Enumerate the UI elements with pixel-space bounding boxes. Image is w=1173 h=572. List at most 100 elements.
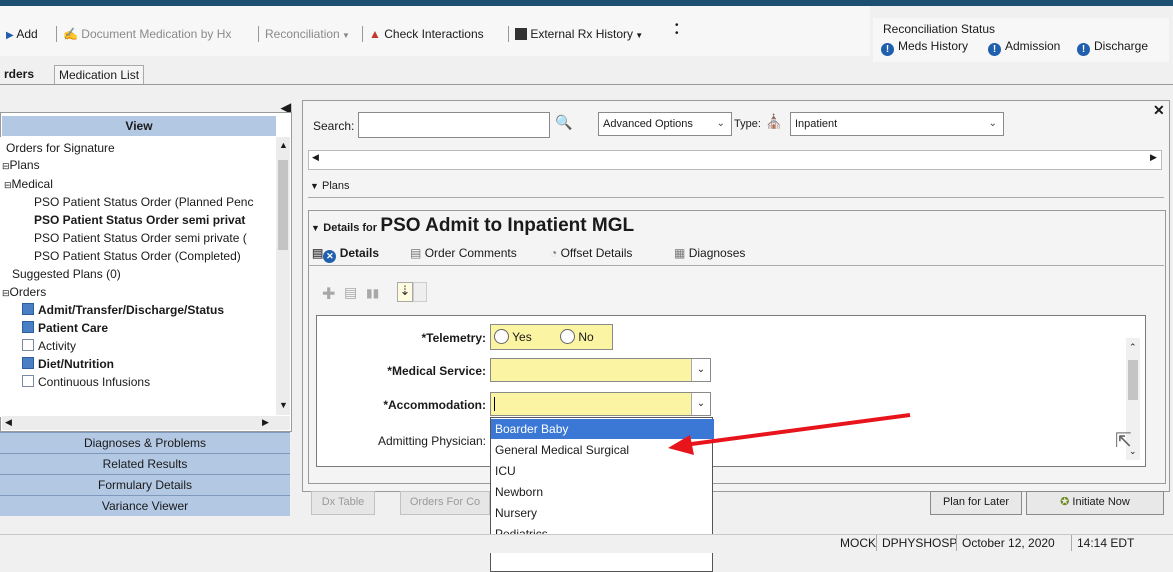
checkbox[interactable] xyxy=(22,339,34,351)
scroll-up-icon[interactable]: ▲ xyxy=(279,140,288,150)
scroll-up-icon[interactable]: ⌃ xyxy=(1129,342,1137,353)
info-icon: ! xyxy=(1077,43,1090,56)
medical-service-dropdown[interactable]: ⌄ xyxy=(490,358,711,382)
telemetry-no-option[interactable]: No xyxy=(560,329,594,344)
offset-icon: ◔ xyxy=(550,246,558,260)
checkbox[interactable] xyxy=(22,357,34,369)
close-icon[interactable]: ✕ xyxy=(1153,102,1165,119)
dx-table-button[interactable]: Dx Table xyxy=(311,491,375,515)
accommodation-label: *Accommodation: xyxy=(383,398,486,412)
tab-medication-list[interactable]: Medication List xyxy=(54,65,145,84)
reconciliation-status-title: Reconciliation Status xyxy=(883,22,996,36)
tree-item-patient-care[interactable]: Patient Care xyxy=(22,320,108,336)
tree-item-continuous-infusions[interactable]: Continuous Infusions xyxy=(22,374,150,390)
toolbar-overflow-icon[interactable]: • • xyxy=(675,21,679,39)
results-horizontal-scrollbar[interactable] xyxy=(308,150,1162,170)
document-medication-button[interactable]: ✍ Document Medication by Hx xyxy=(63,27,231,41)
mouse-pointer-icon: ⇱ xyxy=(1115,430,1132,452)
scroll-right-icon[interactable]: ▶ xyxy=(1150,152,1157,163)
orders-for-cosign-button[interactable]: Orders For Co xyxy=(400,491,490,515)
type-label: Type: xyxy=(734,118,761,130)
reconciliation-menu[interactable]: Reconciliation ▼ xyxy=(265,27,350,41)
text-cursor xyxy=(494,397,495,411)
tree-item-suggested-plans[interactable]: Suggested Plans (0) xyxy=(12,266,121,282)
collapse-arrow-icon: ▼ xyxy=(311,223,320,233)
toolbar-separator xyxy=(362,26,363,42)
tab-strip xyxy=(0,62,1173,85)
check-interactions-button[interactable]: ▲ Check Interactions xyxy=(369,27,484,41)
scrollbar-thumb[interactable] xyxy=(1128,360,1138,400)
interactions-icon: ▲ xyxy=(369,27,381,41)
plan-for-later-button[interactable]: Plan for Later xyxy=(930,491,1022,515)
admission-status[interactable]: ! Admission xyxy=(988,39,1060,56)
section-variance-viewer[interactable]: Variance Viewer xyxy=(0,495,290,516)
date-status: October 12, 2020 xyxy=(962,536,1055,550)
scroll-down-icon[interactable]: ▼ xyxy=(279,400,288,410)
tree-item-admit-transfer[interactable]: Admit/Transfer/Discharge/Status xyxy=(22,302,224,318)
orders-tree: Orders for Signature ⊟Plans ⊟Medical PSO… xyxy=(0,137,276,417)
inpatient-type-icon: ⛪ xyxy=(765,113,783,129)
info-icon: ! xyxy=(881,43,894,56)
initiate-icon: ✪ xyxy=(1060,496,1070,508)
telemetry-yes-option[interactable]: Yes xyxy=(494,329,532,344)
tree-item-diet-nutrition[interactable]: Diet/Nutrition xyxy=(22,356,114,372)
tree-item-orders[interactable]: ⊟Orders xyxy=(2,284,46,301)
section-diagnoses-problems[interactable]: Diagnoses & Problems xyxy=(0,432,290,453)
diagnoses-icon: ▦ xyxy=(674,246,686,260)
tree-item-orders-for-signature[interactable]: Orders for Signature xyxy=(6,140,115,156)
tab-offset-details[interactable]: ◔ Offset Details xyxy=(550,242,632,264)
hand-icon: ✍ xyxy=(63,27,78,41)
option-nursery[interactable]: Nursery xyxy=(491,503,714,523)
divider xyxy=(308,197,1164,198)
add-row-icon[interactable]: ✚ xyxy=(322,284,335,304)
tree-item-plan[interactable]: PSO Patient Status Order semi privat xyxy=(34,212,245,228)
toolbar-separator xyxy=(508,26,509,42)
scroll-left-icon[interactable]: ◀ xyxy=(312,152,319,163)
meds-history-status[interactable]: ! Meds History xyxy=(881,39,968,56)
radio-icon xyxy=(494,329,509,344)
plans-toggle[interactable]: ▼ Plans xyxy=(310,180,350,192)
checkbox[interactable] xyxy=(22,303,34,315)
tree-item-medical[interactable]: ⊟Medical xyxy=(4,176,53,193)
dropdown-arrow-icon: ▼ xyxy=(339,31,350,40)
medical-service-label: *Medical Service: xyxy=(387,364,486,378)
tree-horizontal-scrollbar[interactable] xyxy=(2,416,290,430)
tree-item-activity[interactable]: Activity xyxy=(22,338,76,354)
tree-item-plan[interactable]: PSO Patient Status Order (Completed) xyxy=(34,248,241,264)
status-separator xyxy=(876,535,877,551)
collapse-icon: ⊟ xyxy=(2,288,10,298)
scrollbar-thumb[interactable] xyxy=(278,160,288,250)
scroll-left-icon[interactable]: ◀ xyxy=(5,417,12,428)
type-dropdown[interactable]: Inpatient ⌄ xyxy=(790,112,1004,136)
initiate-now-button[interactable]: ✪ Initiate Now xyxy=(1026,491,1164,515)
tab-diagnoses[interactable]: ▦ Diagnoses xyxy=(674,242,745,264)
chart-icon[interactable]: ▮▮ xyxy=(366,286,379,300)
annotation-arrow xyxy=(668,413,911,455)
tree-item-plans[interactable]: ⊟Plans xyxy=(2,157,40,174)
search-label: Search: xyxy=(313,119,355,133)
tab-order-comments[interactable]: ▤ Order Comments xyxy=(410,242,517,264)
tab-details[interactable]: ▤ ✕ Details xyxy=(312,242,379,264)
scroll-right-icon[interactable]: ▶ xyxy=(262,417,269,428)
tree-item-plan[interactable]: PSO Patient Status Order semi private ( xyxy=(34,230,247,246)
add-arrow-icon: ▶ xyxy=(6,30,14,41)
next-required-icon[interactable]: ⇣ xyxy=(397,282,413,302)
tree-item-plan[interactable]: PSO Patient Status Order (Planned Penc xyxy=(34,194,253,210)
remove-row-icon[interactable]: ▤ xyxy=(344,284,357,301)
option-newborn[interactable]: Newborn xyxy=(491,482,714,502)
status-separator xyxy=(1071,535,1072,551)
section-formulary-details[interactable]: Formulary Details xyxy=(0,474,290,495)
discharge-status[interactable]: ! Discharge xyxy=(1077,39,1148,56)
comments-icon: ▤ xyxy=(410,246,422,260)
search-icon[interactable]: 🔍 xyxy=(555,114,572,131)
collapse-icon: ⊟ xyxy=(4,180,12,190)
checkbox[interactable] xyxy=(22,321,34,333)
search-input[interactable] xyxy=(358,112,550,138)
section-related-results[interactable]: Related Results xyxy=(0,453,290,474)
tab-orders[interactable]: rders xyxy=(0,65,38,83)
external-rx-history-menu[interactable]: External Rx History ▼ xyxy=(515,27,643,41)
add-button[interactable]: ▶ Add xyxy=(6,27,38,41)
chevron-down-icon[interactable]: ⌄ xyxy=(691,359,710,381)
advanced-options-dropdown[interactable]: Advanced Options ⌄ xyxy=(598,112,732,136)
checkbox[interactable] xyxy=(22,375,34,387)
